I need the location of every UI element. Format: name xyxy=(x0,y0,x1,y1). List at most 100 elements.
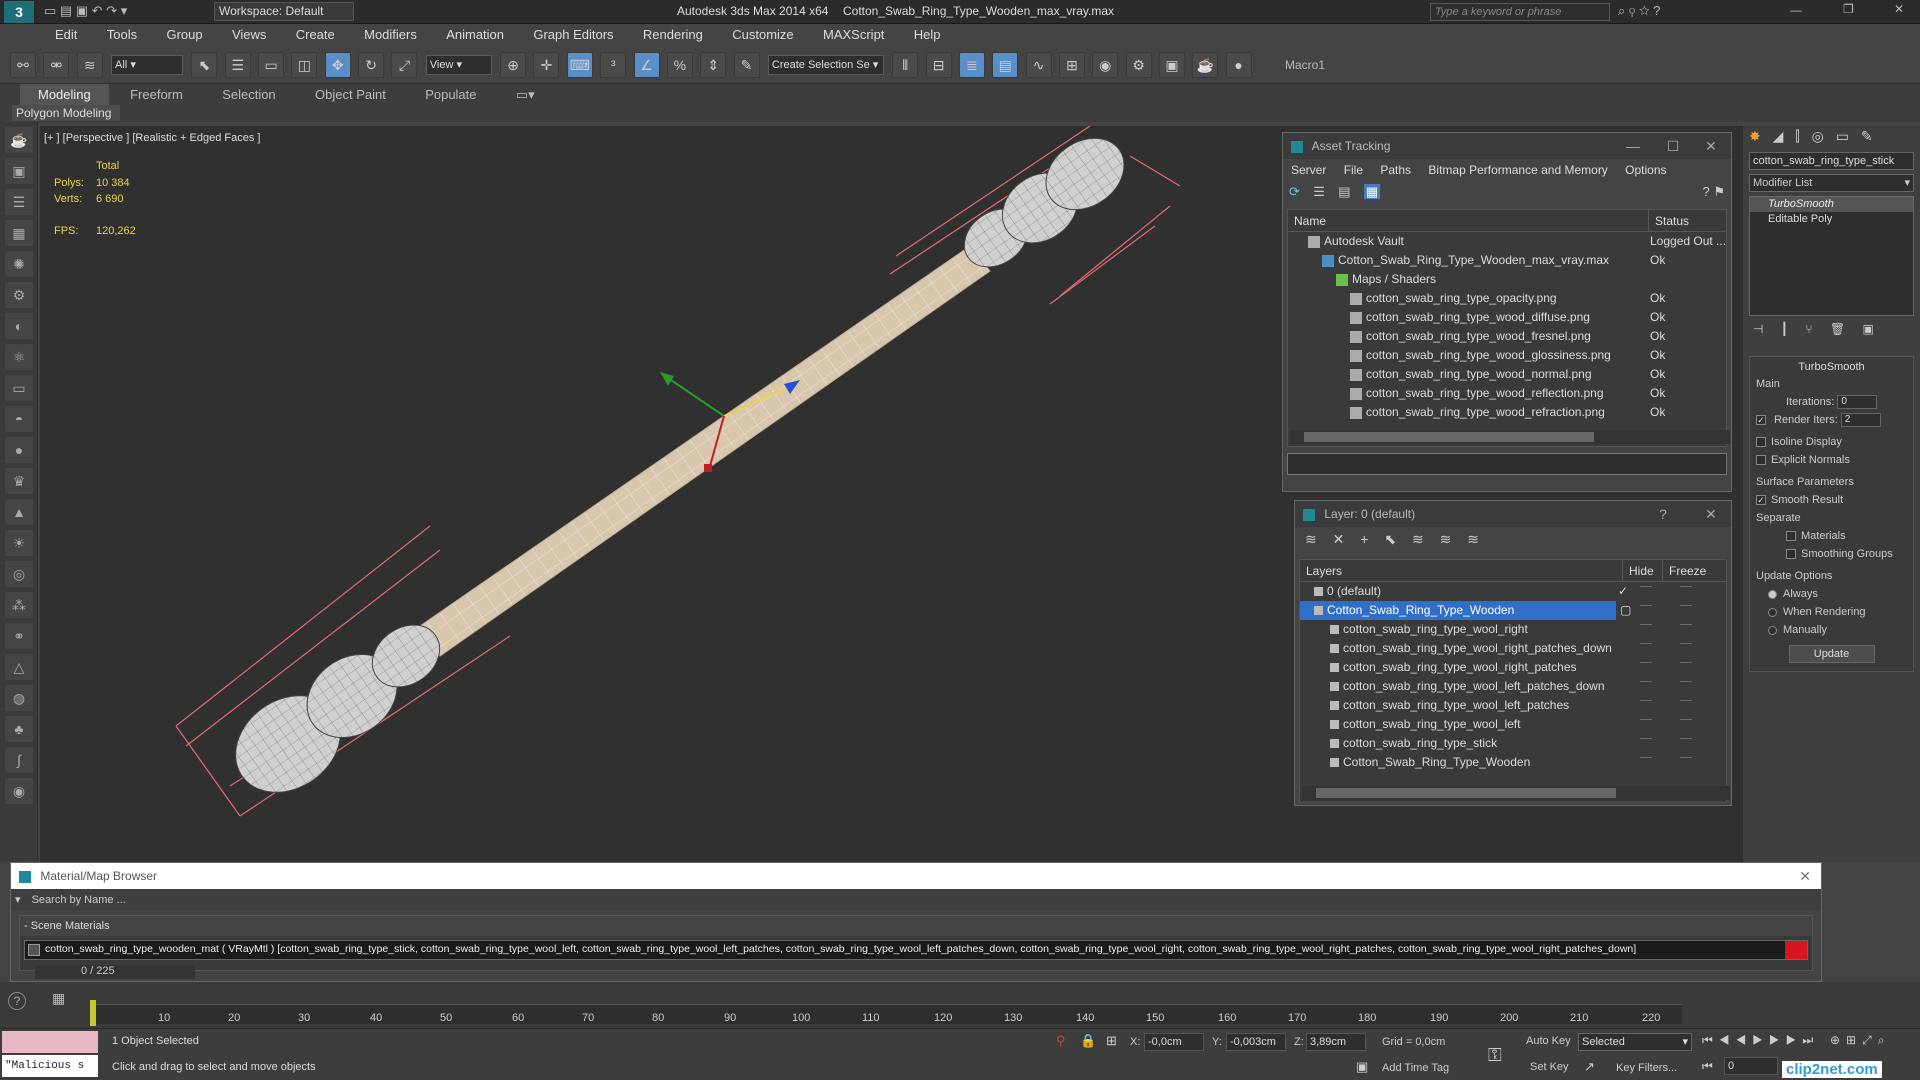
auto-key-button[interactable]: Auto Key xyxy=(1526,1035,1571,1047)
menu-help[interactable]: Help xyxy=(901,24,954,46)
graphite-toggle-icon[interactable]: ▤ xyxy=(992,52,1019,78)
asset-path-field[interactable] xyxy=(1287,453,1727,475)
freeze-toggle[interactable]: ┄┄ xyxy=(1680,696,1692,707)
asset-menu-bitmap[interactable]: Bitmap Performance and Memory xyxy=(1428,163,1607,177)
particles-icon[interactable]: ⁂ xyxy=(5,592,33,618)
asset-row[interactable]: cotton_swab_ring_type_wood_fresnel.png Ok xyxy=(1288,327,1726,346)
keyboard-shortcut-icon[interactable]: ⌨ xyxy=(566,52,593,78)
asset-menu-file[interactable]: File xyxy=(1344,163,1363,177)
freeze-toggle[interactable]: ┄┄ xyxy=(1680,658,1692,669)
iterations-spinner[interactable]: 0 xyxy=(1837,395,1878,410)
add-time-tag[interactable]: Add Time Tag xyxy=(1382,1062,1449,1074)
window-crossing-icon[interactable]: ◫ xyxy=(291,52,318,78)
current-layer-check-icon[interactable]: ✓ xyxy=(1618,584,1628,598)
asset-maximize-button[interactable]: ☐ xyxy=(1653,133,1693,159)
search-options-icon[interactable]: ▾ xyxy=(15,894,21,906)
manually-radio[interactable] xyxy=(1768,625,1777,635)
ref-coord-dropdown[interactable]: View ▾ xyxy=(425,55,492,75)
when-rendering-radio[interactable] xyxy=(1768,607,1777,617)
infocenter-icons[interactable]: ⌕ ⚲ ☆ ? xyxy=(1618,3,1660,19)
make-current-icon[interactable]: ▢ xyxy=(1620,603,1631,617)
turbosmooth-title[interactable]: TurboSmooth xyxy=(1756,361,1907,373)
asset-row[interactable]: cotton_swab_ring_type_wood_reflection.pn… xyxy=(1288,384,1726,403)
layer-close-button[interactable]: ✕ xyxy=(1691,501,1731,527)
asset-row[interactable]: Maps / Shaders xyxy=(1288,270,1726,289)
asset-row[interactable]: cotton_swab_ring_type_wood_normal.png Ok xyxy=(1288,365,1726,384)
selection-set-dropdown[interactable]: Create Selection Se ▾ xyxy=(767,55,884,75)
hide-toggle[interactable]: ┄┄ xyxy=(1640,601,1652,612)
isolate-icon[interactable]: ⚲ xyxy=(1056,1033,1066,1049)
workspace-selector[interactable]: Workspace: Default xyxy=(214,2,354,21)
material-browser-close-button[interactable]: ✕ xyxy=(1799,863,1811,889)
light-icon[interactable]: ✺ xyxy=(5,251,33,277)
hide-toggle[interactable]: ┄┄ xyxy=(1640,582,1652,593)
material-map-browser[interactable]: Material/Map Browser ✕ ▾ Search by Name … xyxy=(10,862,1822,982)
smoothing-groups-checkbox[interactable] xyxy=(1786,549,1796,560)
menu-create[interactable]: Create xyxy=(283,24,348,46)
col-hide[interactable]: Hide xyxy=(1622,560,1654,582)
edit-named-sets-icon[interactable]: ✎ xyxy=(733,52,760,78)
maxscript-listener-input[interactable]: "Malicious s xyxy=(2,1055,98,1077)
layer-row[interactable]: cotton_swab_ring_type_wool_right xyxy=(1300,620,1726,639)
mini-curve-icon[interactable]: ▦ xyxy=(52,990,65,1007)
make-unique-icon[interactable]: ⑂ xyxy=(1805,322,1812,336)
explicit-normals-checkbox[interactable] xyxy=(1756,455,1766,466)
render-production-icon[interactable]: ☕ xyxy=(1192,52,1219,78)
pin-stack-icon[interactable]: ⊣ xyxy=(1753,322,1763,336)
isoline-checkbox[interactable] xyxy=(1756,437,1766,448)
helper-icon[interactable]: ⚙ xyxy=(5,282,33,308)
asset-row[interactable]: cotton_swab_ring_type_opacity.png Ok xyxy=(1288,289,1726,308)
display-tab-icon[interactable]: ▭ xyxy=(1836,128,1849,144)
hide-toggle[interactable]: ┄┄ xyxy=(1640,696,1652,707)
box-icon[interactable]: ▭ xyxy=(5,375,33,401)
layer-row[interactable]: cotton_swab_ring_type_wool_right_patches xyxy=(1300,658,1726,677)
menu-maxscript[interactable]: MAXScript xyxy=(810,24,897,46)
tab-populate[interactable]: Populate xyxy=(407,84,494,106)
rect-selection-icon[interactable]: ▭ xyxy=(258,52,285,78)
key-filters-button[interactable]: Key Filters... xyxy=(1616,1062,1677,1074)
hide-toggle[interactable]: ┄┄ xyxy=(1640,715,1652,726)
layer-manager-window[interactable]: Layer: 0 (default) ? ✕ ≋ ✕ + ⬉ ≋ ≋ ≋ Lay… xyxy=(1294,500,1732,806)
hedra-icon[interactable]: ♛ xyxy=(5,468,33,494)
col-layers[interactable]: Layers xyxy=(1300,564,1342,578)
timeline[interactable]: ? ▦ xyxy=(0,982,1920,1028)
col-freeze[interactable]: Freeze xyxy=(1662,560,1706,582)
show-end-result-icon[interactable]: ┃ xyxy=(1781,322,1788,336)
angle-snap-icon[interactable]: ∠ xyxy=(633,52,660,78)
layer-row[interactable]: cotton_swab_ring_type_wool_left_patches_… xyxy=(1300,677,1726,696)
camera-icon[interactable]: ▣ xyxy=(5,158,33,184)
render-setup-icon[interactable]: ⚙ xyxy=(1125,52,1152,78)
key-icon[interactable]: ⚿ xyxy=(1488,1045,1502,1066)
cotton-swab-model[interactable] xyxy=(40,126,1280,862)
remove-modifier-icon[interactable]: 🗑 xyxy=(1830,322,1845,336)
select-manipulate-icon[interactable]: ✛ xyxy=(533,52,560,78)
infocenter-search-input[interactable]: Type a keyword or phrase xyxy=(1430,3,1610,21)
menu-tools[interactable]: Tools xyxy=(94,24,150,46)
select-object-icon[interactable]: ⬉ xyxy=(191,52,218,78)
tab-object-paint[interactable]: Object Paint xyxy=(297,84,404,106)
app-logo-icon[interactable]: 3 xyxy=(4,1,34,23)
scene-explorer-icon[interactable]: ☰ xyxy=(5,189,33,215)
percent-snap-icon[interactable]: % xyxy=(666,52,693,78)
hair-icon[interactable]: ∫ xyxy=(5,747,33,773)
refresh-icon[interactable]: ⟳ xyxy=(1289,184,1300,199)
absolute-mode-icon[interactable]: ⊞ xyxy=(1106,1033,1117,1049)
asset-minimize-button[interactable]: — xyxy=(1613,133,1653,159)
layer-row[interactable]: cotton_swab_ring_type_wool_left xyxy=(1300,715,1726,734)
globe-icon[interactable]: ◍ xyxy=(5,685,33,711)
create-layer-icon[interactable]: ≋ xyxy=(1305,531,1317,547)
goto-start-icon[interactable]: ⏮ xyxy=(1702,1059,1713,1074)
grid-view-icon[interactable]: ▦ xyxy=(1363,184,1381,199)
hide-toggle[interactable]: ┄┄ xyxy=(1640,677,1652,688)
plant-icon[interactable]: ♣ xyxy=(5,716,33,742)
scene-materials-header[interactable]: - Scene Materials xyxy=(20,916,1812,936)
col-name[interactable]: Name xyxy=(1288,214,1326,228)
layer-row[interactable]: cotton_swab_ring_type_stick xyxy=(1300,734,1726,753)
bind-spacewarp-icon[interactable]: ≋ xyxy=(76,52,103,78)
asset-tracking-titlebar[interactable]: Asset Tracking — ☐ ✕ xyxy=(1283,133,1731,159)
always-radio[interactable] xyxy=(1768,589,1777,599)
layer-row[interactable]: cotton_swab_ring_type_wool_right_patches… xyxy=(1300,639,1726,658)
menu-edit[interactable]: Edit xyxy=(42,24,90,46)
material-search-input[interactable]: Search by Name ... xyxy=(32,894,126,906)
systems-icon[interactable]: ⚛ xyxy=(5,344,33,370)
